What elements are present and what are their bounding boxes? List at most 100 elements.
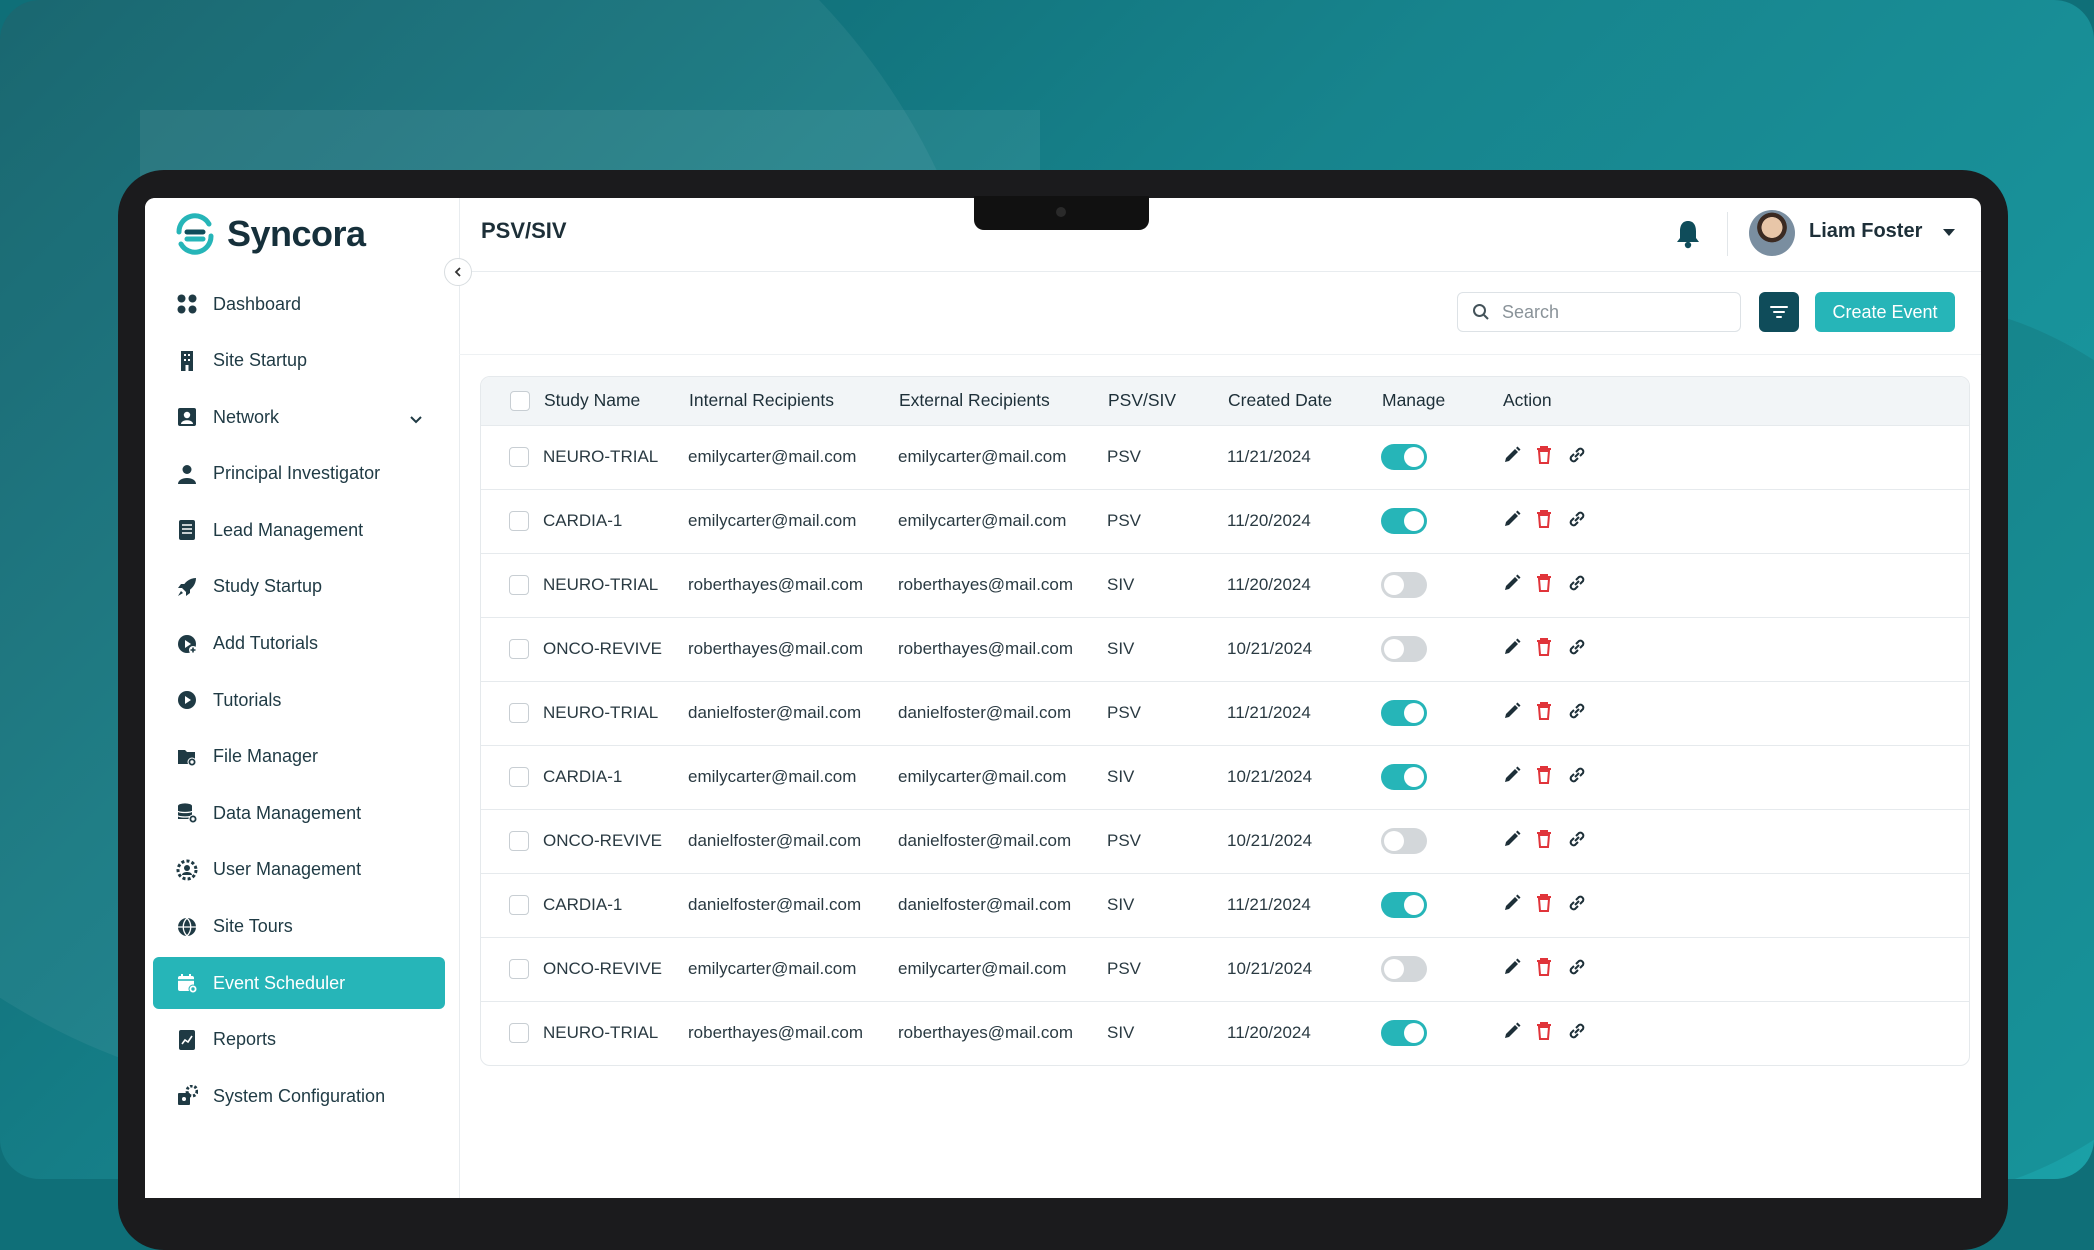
delete-icon[interactable]: [1535, 701, 1553, 726]
search-input[interactable]: [1500, 300, 1724, 324]
sidebar-item-add-tutorials[interactable]: Add Tutorials: [153, 618, 445, 670]
column-header[interactable]: Internal Recipients: [688, 377, 898, 425]
sidebar-item-site-startup[interactable]: Site Startup: [153, 335, 445, 387]
link-icon[interactable]: [1566, 444, 1588, 471]
link-icon[interactable]: [1566, 892, 1588, 919]
globe-icon: [175, 915, 199, 939]
sidebar-item-label: Dashboard: [213, 293, 302, 314]
logo[interactable]: Syncora: [173, 212, 366, 256]
edit-icon[interactable]: [1502, 701, 1522, 726]
rocket-icon: [175, 575, 199, 599]
manage-toggle[interactable]: [1381, 700, 1427, 726]
manage-toggle[interactable]: [1381, 828, 1427, 854]
delete-icon[interactable]: [1535, 765, 1553, 790]
search-box[interactable]: [1457, 292, 1741, 332]
link-icon[interactable]: [1566, 700, 1588, 727]
edit-icon[interactable]: [1502, 893, 1522, 918]
row-checkbox[interactable]: [509, 511, 529, 531]
delete-icon[interactable]: [1535, 1021, 1553, 1046]
select-all-checkbox[interactable]: [510, 390, 530, 411]
manage-toggle[interactable]: [1381, 764, 1427, 790]
sidebar: Syncora Dashboard Site Startup Network Prin…: [145, 198, 460, 1198]
user-name[interactable]: Liam Foster: [1809, 220, 1922, 243]
table-header-row: Study Name Internal Recipients External …: [481, 377, 1969, 425]
row-checkbox[interactable]: [509, 703, 529, 723]
edit-icon[interactable]: [1502, 573, 1522, 598]
edit-icon[interactable]: [1502, 1021, 1522, 1046]
manage-toggle[interactable]: [1381, 1020, 1427, 1047]
delete-icon[interactable]: [1535, 573, 1553, 598]
calendar-gear-icon: [175, 971, 199, 995]
link-icon[interactable]: [1566, 828, 1588, 855]
caret-down-icon[interactable]: [1942, 228, 1956, 238]
column-header[interactable]: Action: [1502, 377, 1969, 425]
delete-icon[interactable]: [1535, 509, 1553, 534]
manage-toggle[interactable]: [1381, 572, 1427, 598]
edit-icon[interactable]: [1502, 765, 1522, 790]
sidebar-item-site-tours[interactable]: Site Tours: [153, 901, 445, 953]
sidebar-item-tutorials[interactable]: Tutorials: [153, 674, 445, 726]
column-header[interactable]: Created Date: [1227, 377, 1381, 425]
link-icon[interactable]: [1566, 572, 1588, 599]
link-icon[interactable]: [1566, 956, 1588, 983]
edit-icon[interactable]: [1502, 637, 1522, 662]
row-checkbox[interactable]: [509, 767, 529, 787]
delete-icon[interactable]: [1535, 637, 1553, 662]
sidebar-item-network[interactable]: Network: [153, 391, 445, 443]
manage-toggle[interactable]: [1381, 508, 1427, 534]
row-checkbox[interactable]: [509, 831, 529, 851]
column-header[interactable]: Study Name: [543, 377, 688, 425]
column-header[interactable]: Manage: [1381, 377, 1502, 425]
manage-toggle[interactable]: [1381, 892, 1427, 918]
row-checkbox[interactable]: [509, 895, 529, 915]
link-icon[interactable]: [1566, 1020, 1588, 1047]
sidebar-item-user-management[interactable]: User Management: [153, 844, 445, 896]
manage-toggle[interactable]: [1381, 956, 1427, 982]
created-date-cell: 10/21/2024: [1227, 639, 1313, 658]
edit-icon[interactable]: [1502, 957, 1522, 982]
filter-button[interactable]: [1759, 292, 1799, 332]
row-checkbox[interactable]: [509, 447, 529, 467]
chevron-down-icon[interactable]: [409, 409, 423, 430]
manage-toggle[interactable]: [1381, 444, 1427, 470]
building-icon: [175, 349, 199, 373]
psv-siv-cell: PSV: [1107, 703, 1142, 722]
column-header[interactable]: External Recipients: [898, 377, 1107, 425]
sidebar-item-event-scheduler[interactable]: Event Scheduler: [153, 957, 445, 1010]
link-icon[interactable]: [1566, 764, 1588, 791]
database-gear-icon: [175, 801, 199, 825]
link-icon[interactable]: [1566, 636, 1588, 663]
sidebar-item-file-manager[interactable]: File Manager: [153, 731, 445, 783]
bell-icon[interactable]: [1674, 218, 1702, 250]
delete-icon[interactable]: [1535, 957, 1553, 982]
sidebar-item-data-management[interactable]: Data Management: [153, 787, 445, 839]
sidebar-item-label: Site Startup: [213, 350, 308, 371]
edit-icon[interactable]: [1502, 829, 1522, 854]
manage-toggle[interactable]: [1381, 636, 1427, 662]
chevron-left-icon: [454, 267, 461, 277]
create-event-button[interactable]: Create Event: [1815, 292, 1955, 332]
app-screen: Syncora Dashboard Site Startup Network Prin…: [145, 198, 1981, 1198]
sidebar-item-dashboard[interactable]: Dashboard: [153, 278, 445, 330]
row-checkbox[interactable]: [509, 959, 529, 979]
collapse-sidebar-button[interactable]: [444, 258, 472, 286]
sidebar-item-principal-investigator[interactable]: Principal Investigator: [153, 448, 445, 500]
row-actions: [1502, 828, 1969, 855]
edit-icon[interactable]: [1502, 445, 1522, 470]
edit-icon[interactable]: [1502, 509, 1522, 534]
row-checkbox[interactable]: [509, 1023, 529, 1044]
sidebar-item-lead-management[interactable]: Lead Management: [153, 504, 445, 556]
internal-recipients-cell: emilycarter@mail.com: [688, 511, 857, 530]
delete-icon[interactable]: [1535, 445, 1553, 470]
link-icon[interactable]: [1566, 508, 1588, 535]
row-checkbox[interactable]: [509, 639, 529, 659]
sidebar-item-reports[interactable]: Reports: [153, 1014, 445, 1066]
avatar[interactable]: [1749, 210, 1795, 256]
column-header[interactable]: PSV/SIV: [1107, 377, 1227, 425]
delete-icon[interactable]: [1535, 893, 1553, 918]
sidebar-item-study-startup[interactable]: Study Startup: [153, 561, 445, 613]
delete-icon[interactable]: [1535, 829, 1553, 854]
sidebar-item-system-configuration[interactable]: System Configuration: [153, 1070, 445, 1122]
divider: [1727, 212, 1728, 256]
row-checkbox[interactable]: [509, 575, 529, 595]
